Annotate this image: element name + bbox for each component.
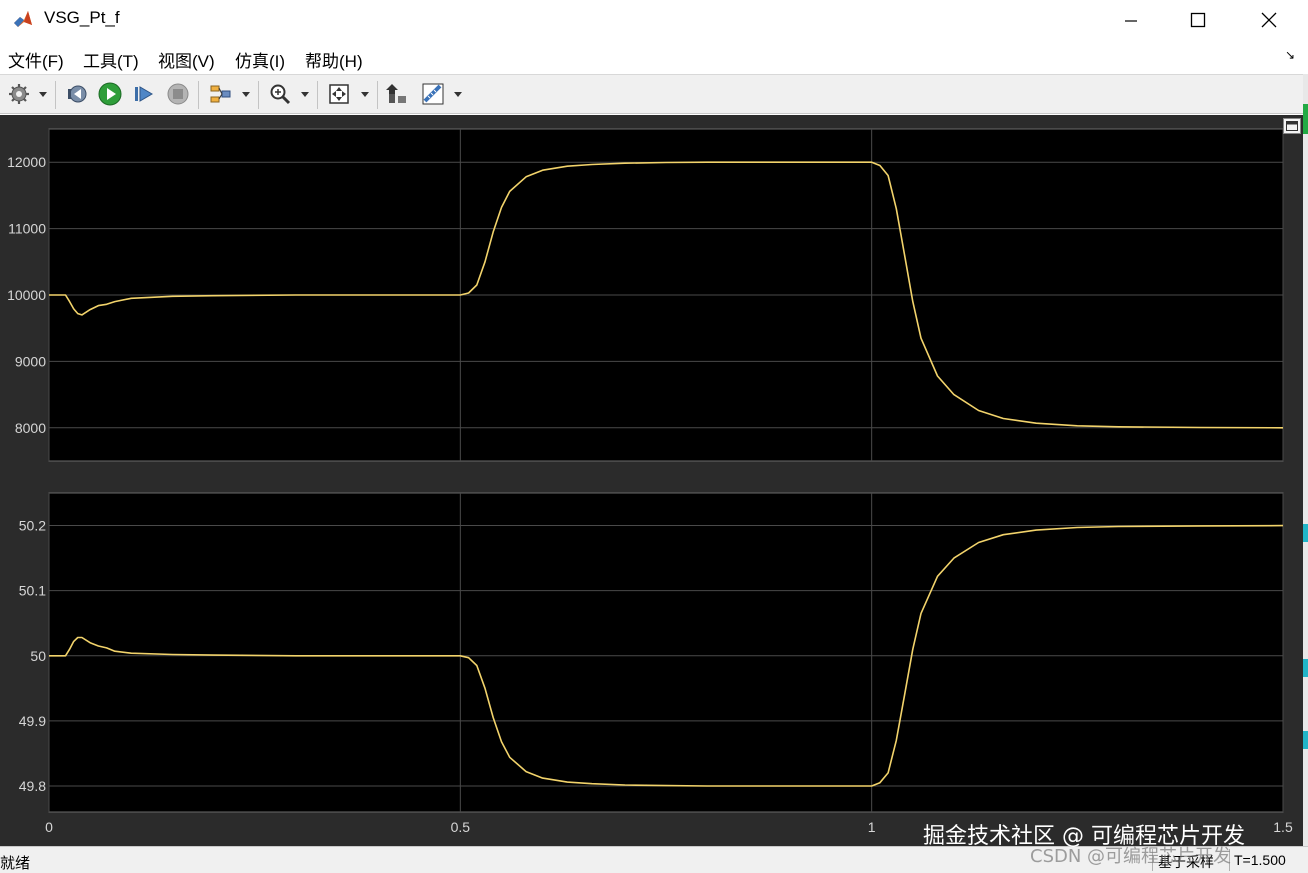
toolbar-separator	[198, 81, 199, 109]
menu-help[interactable]: 帮助(H)	[305, 47, 363, 72]
y-tick-label: 50.1	[19, 583, 46, 599]
scope-figure: 8000 9000 10000 11000 12000 49.8 49.9 50 50.1 50.…	[0, 115, 1303, 846]
y-tick-label: 11000	[8, 221, 46, 237]
menu-file[interactable]: 文件(F)	[8, 47, 64, 72]
menu-tools[interactable]: 工具(T)	[83, 47, 139, 72]
scope-plots: 8000 9000 10000 11000 12000 49.8 49.9 50 50.1 50.…	[7, 128, 1293, 835]
measure-icon[interactable]	[419, 80, 447, 108]
y-tick-label: 50.2	[19, 518, 46, 534]
layout-icon[interactable]	[206, 80, 234, 108]
y-tick-label: 10000	[7, 287, 46, 303]
right-edge-mark	[1303, 659, 1308, 677]
menu-simulation[interactable]: 仿真(I)	[235, 47, 285, 72]
matlab-icon	[12, 8, 34, 30]
close-button[interactable]	[1234, 0, 1304, 40]
status-text: 就绪	[0, 855, 31, 872]
step-forward-icon[interactable]	[130, 80, 158, 108]
menu-view[interactable]: 视图(V)	[158, 47, 215, 72]
y-tick-label: 12000	[7, 154, 46, 170]
watermark: 掘金技术社区 @ 可编程芯片开发	[923, 824, 1245, 849]
right-edge-strip	[1303, 74, 1308, 846]
x-tick-label: 1	[868, 819, 876, 835]
toolbar-separator	[55, 81, 56, 109]
x-tick-label: 1.5	[1273, 819, 1293, 835]
minimize-button[interactable]	[1096, 0, 1166, 40]
highlight-icon[interactable]	[383, 80, 411, 108]
zoom-dropdown-icon[interactable]	[300, 87, 310, 101]
y-tick-label: 49.9	[19, 713, 46, 729]
undock-axes-icon[interactable]	[1283, 118, 1301, 134]
toolbar-separator	[258, 81, 259, 109]
x-tick-label: 0.5	[451, 819, 471, 835]
zoom-icon[interactable]	[266, 80, 294, 108]
gear-dropdown-icon[interactable]	[38, 87, 48, 101]
axes-2	[48, 492, 1284, 813]
measure-dropdown-icon[interactable]	[453, 87, 463, 101]
right-edge-mark	[1303, 524, 1308, 542]
y-tick-label: 49.8	[19, 778, 46, 794]
toolbar-separator	[377, 81, 378, 109]
layout-dropdown-icon[interactable]	[241, 87, 251, 101]
run-icon[interactable]	[96, 80, 124, 108]
simulation-time: T=1.500	[1234, 852, 1286, 868]
fit-to-view-icon[interactable]	[325, 80, 353, 108]
y-tick-label: 50	[30, 648, 46, 664]
x-tick-label: 0	[45, 819, 53, 835]
gear-icon[interactable]	[5, 80, 33, 108]
toolbar	[0, 74, 1308, 114]
fit-dropdown-icon[interactable]	[360, 87, 370, 101]
window-title: VSG_Pt_f	[44, 8, 120, 27]
toolbar-separator	[317, 81, 318, 109]
title-bar: VSG_Pt_f	[0, 0, 1308, 40]
y-tick-label: 8000	[15, 420, 46, 436]
step-back-icon[interactable]	[63, 80, 91, 108]
right-edge-mark	[1303, 104, 1308, 134]
menu-bar: 文件(F) 工具(T) 视图(V) 仿真(I) 帮助(H)	[0, 40, 1308, 74]
stop-icon[interactable]	[164, 80, 192, 108]
right-edge-mark	[1303, 731, 1308, 749]
menu-undock-icon[interactable]: ↘	[1285, 48, 1295, 62]
maximize-button[interactable]	[1163, 0, 1233, 40]
y-tick-label: 9000	[15, 353, 46, 369]
